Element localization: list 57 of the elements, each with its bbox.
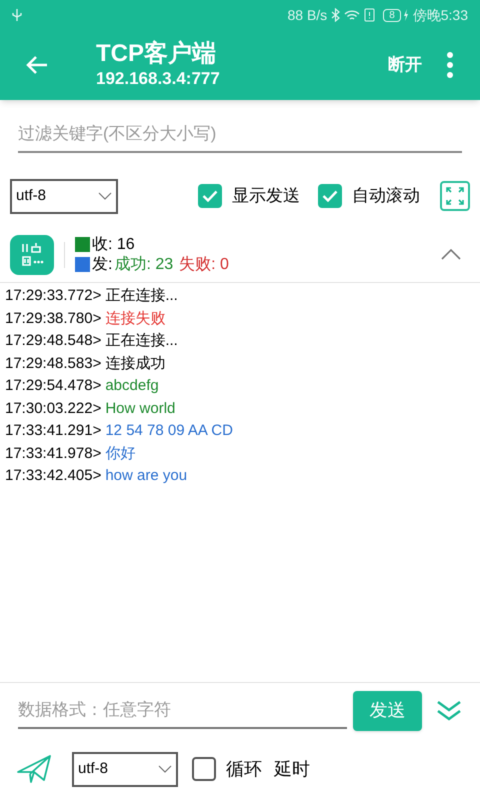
- log-timestamp: 17:29:38.780>: [5, 308, 102, 328]
- send-icon[interactable]: [16, 754, 52, 784]
- received-count: 收: 16: [92, 234, 135, 254]
- sent-label: 发:: [92, 254, 112, 274]
- log-message: How world: [105, 398, 176, 418]
- checkbox-label: 显示发送: [232, 185, 300, 208]
- chevron-up-icon: [441, 249, 461, 260]
- expand-icon: [445, 186, 465, 206]
- usb-icon: [12, 8, 22, 22]
- loop-checkbox[interactable]: [192, 757, 216, 781]
- network-speed: 88 B/s: [287, 6, 328, 24]
- message-field[interactable]: 数据格式：任意字符: [18, 692, 347, 728]
- battery-icon: 8: [383, 8, 401, 22]
- log-message: 正在连接...: [105, 286, 178, 306]
- wifi-icon: [344, 8, 360, 22]
- log-timestamp: 17:30:03.222>: [5, 398, 102, 418]
- sent-legend-icon: [75, 257, 90, 272]
- checkbox-label: 自动滚动: [352, 185, 420, 208]
- log-message: 12 54 78 09 AA CD: [105, 421, 233, 441]
- log-message: abcdefg: [105, 376, 159, 396]
- log-timestamp: 17:33:42.405>: [5, 466, 102, 486]
- log-timestamp: 17:29:33.772>: [5, 286, 102, 306]
- log-timestamp: 17:29:54.478>: [5, 376, 102, 396]
- chevron-down-icon: [158, 765, 172, 773]
- log-message: how are you: [105, 466, 188, 486]
- success-count: 成功: 23: [114, 254, 174, 274]
- failure-count: 失败: 0: [179, 254, 229, 274]
- charging-icon: [402, 9, 409, 21]
- expand-down-icon[interactable]: [436, 698, 462, 722]
- window-title: TCP客户端: [96, 40, 217, 68]
- checkmark-icon: [322, 190, 338, 202]
- log-message: 连接失败: [105, 308, 166, 328]
- bluetooth-icon: [331, 8, 340, 22]
- log-timestamp: 17:29:48.548>: [5, 331, 102, 351]
- checkbox[interactable]: [318, 184, 342, 208]
- encoding-dropdown[interactable]: utf-8: [10, 178, 118, 214]
- log-message: 你好: [105, 444, 136, 464]
- server-address: 192.168.3.4:777: [96, 68, 221, 90]
- checkmark-icon: [202, 190, 218, 202]
- received-legend-icon: [75, 237, 90, 252]
- clock: 傍晚5:33: [412, 6, 468, 24]
- send-encoding-dropdown[interactable]: utf-8: [72, 752, 178, 786]
- back-arrow-icon: [25, 55, 49, 75]
- log-message: 连接成功: [105, 354, 166, 374]
- more-menu-icon[interactable]: [446, 52, 454, 78]
- delay-label: 延时: [274, 758, 310, 780]
- sim-icon: [364, 8, 376, 22]
- log-timestamp: 17:33:41.291>: [5, 421, 102, 441]
- checkbox[interactable]: [198, 184, 222, 208]
- log-message: 正在连接...: [105, 331, 178, 351]
- chevron-down-icon: [98, 192, 112, 200]
- filter-field[interactable]: 过滤关键字(不区分大小写): [18, 117, 462, 153]
- fullscreen-button[interactable]: [440, 181, 470, 211]
- log-timestamp: 17:29:48.583>: [5, 354, 102, 374]
- log-actions-button[interactable]: [10, 234, 54, 274]
- loop-label: 循环: [226, 758, 262, 780]
- log-timestamp: 17:33:41.978>: [5, 444, 102, 464]
